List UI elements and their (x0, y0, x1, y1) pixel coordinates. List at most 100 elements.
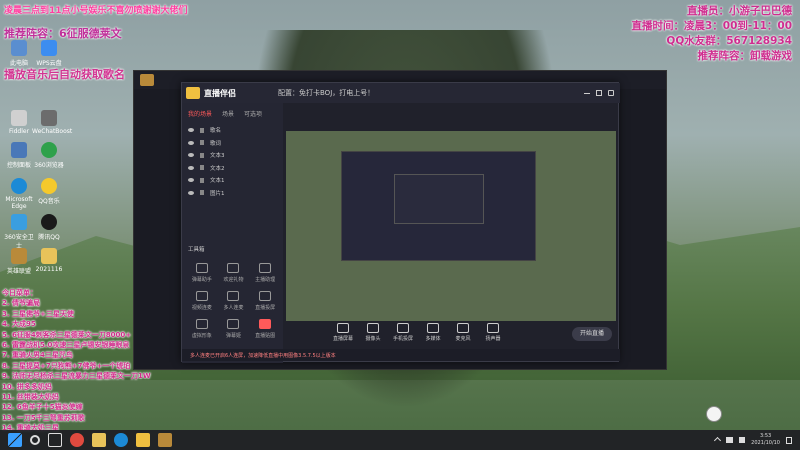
stream-preview[interactable] (286, 131, 616, 321)
tray-arrow-icon[interactable] (714, 436, 722, 444)
chat-icon (195, 263, 208, 273)
tab-scene[interactable]: 场景 (222, 109, 234, 118)
start-live-button[interactable]: 开始直播 (572, 327, 612, 341)
lock-icon[interactable] (200, 140, 204, 146)
source-screen-button[interactable]: 直播屏幕 (332, 323, 354, 342)
lock-icon[interactable] (200, 177, 204, 183)
top-banner: 凌晨三点到11点小号娱乐不喜勿喷谢谢大佬们 (4, 6, 188, 16)
tool-video-link[interactable]: 视频连麦 (186, 291, 218, 311)
eye-icon[interactable] (188, 190, 194, 195)
tool-danmu-ji[interactable]: 弹幕姬 (218, 319, 250, 339)
streamer-avatar (706, 406, 722, 422)
microphone-button[interactable]: 麦克风 (452, 323, 474, 342)
layer-item[interactable]: 文本3 (182, 149, 283, 162)
lock-icon[interactable] (200, 165, 204, 171)
window-controls (584, 90, 614, 96)
layer-item[interactable]: 歌名 (182, 124, 283, 137)
users-icon (227, 291, 240, 301)
song-menu-item: 13. 一刀5千三弩重苏莉歌 (2, 413, 85, 422)
game-taskbar-icon[interactable] (158, 433, 172, 447)
source-media-button[interactable]: 多媒体 (422, 323, 444, 342)
app-header: 直播伴侣 配置：免打卡BOJ，打电上号！ (182, 83, 620, 103)
eye-icon[interactable] (188, 140, 194, 145)
song-menu-item: 6. 雷霆战机5.0攻速三星卢锡安银睡眼泉 (2, 341, 130, 350)
desktop-icon-qq-music[interactable]: QQ音乐 (32, 178, 66, 205)
song-menu-item: 4. 大成95 (2, 320, 36, 329)
auto-song-text: 播放音乐后自动获取歌名 (4, 68, 125, 81)
song-menu: 今日菜单： 2. 倩爷骗局 3. 三星佛爷+三星天使 4. 大成95 5. 6征… (2, 288, 177, 434)
clock-time: 3:53 (759, 433, 772, 439)
media-icon (427, 323, 439, 333)
app-taskbar-icon[interactable] (136, 433, 150, 447)
network-icon[interactable] (726, 437, 734, 443)
layer-item[interactable]: 文本1 (182, 174, 283, 187)
recommend-line: 推荐阵容：6征服德莱文 (4, 27, 122, 40)
close-icon[interactable] (608, 90, 614, 96)
edge-taskbar-icon[interactable] (114, 433, 128, 447)
tool-host-assistant[interactable]: 主播助理 (249, 263, 281, 283)
song-menu-item: 11. 丝带装大奶妈 (2, 393, 59, 402)
tool-welcome-gift[interactable]: 欢迎礼物 (218, 263, 250, 283)
explorer-icon[interactable] (92, 433, 106, 447)
notification-icon[interactable] (786, 436, 792, 444)
speaker-button[interactable]: 扬声器 (482, 323, 504, 342)
eye-icon[interactable] (188, 165, 194, 170)
layer-item[interactable]: 图片1 (182, 187, 283, 200)
game-icon (11, 248, 27, 264)
microphone-icon (457, 323, 469, 333)
stream-time: 直播时间：凌晨3：00到-11：00 (631, 20, 793, 32)
task-view-icon[interactable] (48, 433, 62, 447)
desktop-icon-control-panel[interactable]: 控制面板 (2, 142, 36, 169)
tool-sticker[interactable]: 直播贴图 (249, 319, 281, 339)
taskbar-clock[interactable]: 3:53 2021/10/10 (751, 433, 780, 447)
toolbox-grid: 弹幕助手 欢迎礼物 主播助理 视频连麦 多人连麦 直播投屏 虚拟形象 弹幕姬 直… (186, 263, 281, 339)
search-icon[interactable] (30, 435, 40, 445)
desktop-icon-wechatboost[interactable]: WeChatBoost (32, 110, 72, 135)
tab-options[interactable]: 可选项 (244, 109, 262, 118)
sticker-icon (259, 319, 272, 329)
layer-item[interactable]: 文本2 (182, 162, 283, 175)
clock-date: 2021/10/10 (751, 440, 780, 446)
desktop-icon-360-safe[interactable]: 360安全卫士 (2, 214, 36, 250)
song-menu-item: 5. 6征服4刺客杀三星德莱文一刀8000+ (2, 330, 132, 339)
status-bar: 多人连麦已开启6人连屏，加速降低直播中用图像3.5.7.5以上版本 (182, 349, 620, 361)
shield-icon (11, 214, 27, 230)
streamer-name: 直播员：小游子巴巴德 (687, 5, 792, 17)
camera-icon (367, 323, 379, 333)
layer-item[interactable]: 歌词 (182, 137, 283, 150)
system-tray: 3:53 2021/10/10 (714, 433, 800, 447)
cloud-icon (41, 40, 57, 56)
source-camera-button[interactable]: 摄像头 (362, 323, 384, 342)
eye-icon[interactable] (188, 128, 194, 133)
desktop-icon-edge[interactable]: Microsoft Edge (2, 178, 36, 210)
fiddler-icon (11, 110, 27, 126)
lock-icon[interactable] (200, 190, 204, 196)
desktop-icon-lol[interactable]: 英雄联盟 (2, 248, 36, 275)
lock-icon[interactable] (200, 152, 204, 158)
desktop-icon-wps[interactable]: WPS云盘 (32, 40, 66, 67)
toolbox-title: 工具箱 (188, 247, 205, 253)
minimize-icon[interactable] (584, 93, 590, 94)
lock-icon[interactable] (200, 127, 204, 133)
maximize-icon[interactable] (596, 90, 602, 96)
eye-icon[interactable] (188, 178, 194, 183)
assistant-icon (259, 263, 272, 273)
tool-danmu-helper[interactable]: 弹幕助手 (186, 263, 218, 283)
eye-icon[interactable] (188, 153, 194, 158)
desktop-icon-qq[interactable]: 腾讯QQ (32, 214, 66, 241)
streaming-app-window[interactable]: 直播伴侣 配置：免打卡BOJ，打电上号！ 我的场景 场景 可选项 歌名 歌词 文… (181, 82, 620, 363)
desktop-icon-fiddler[interactable]: Fiddler (2, 110, 36, 135)
desktop-icon-this-pc[interactable]: 此电脑 (2, 40, 36, 67)
source-phone-button[interactable]: 手机投屏 (392, 323, 414, 342)
volume-icon[interactable] (739, 437, 746, 443)
desktop-icon-folder[interactable]: 2021116 (32, 248, 66, 273)
tool-multi-link[interactable]: 多人连麦 (218, 291, 250, 311)
tool-screen-cast[interactable]: 直播投屏 (249, 291, 281, 311)
tool-avatar[interactable]: 虚拟形象 (186, 319, 218, 339)
desktop-icon-360-browser[interactable]: 360浏览器 (32, 142, 66, 169)
phone-icon (397, 323, 409, 333)
chrome-icon[interactable] (70, 433, 84, 447)
start-menu-icon[interactable] (8, 433, 22, 447)
layer-list: 歌名 歌词 文本3 文本2 文本1 图片1 (182, 124, 283, 199)
tab-my-scene[interactable]: 我的场景 (188, 109, 212, 118)
